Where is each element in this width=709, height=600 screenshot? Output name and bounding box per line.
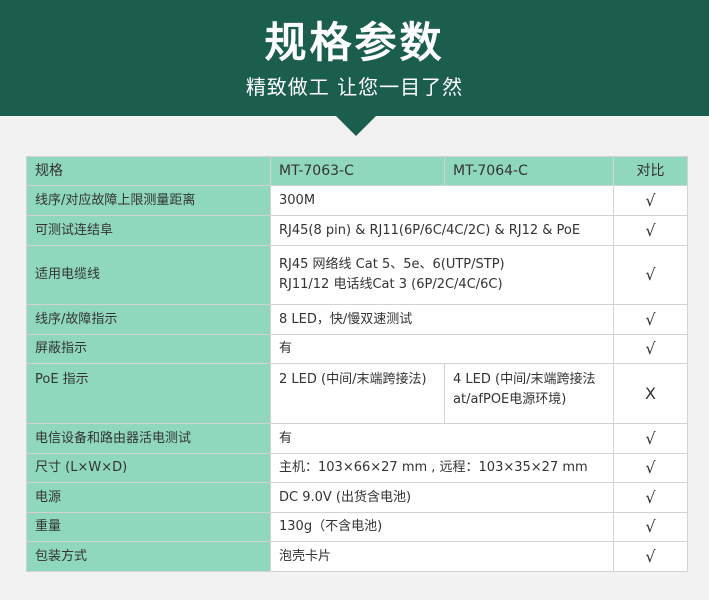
table-row: 包装方式 泡壳卡片 √ [26, 541, 688, 572]
header-compare: 对比 [613, 156, 688, 186]
page-title: 规格参数 [264, 18, 445, 67]
row-label: 电源 [26, 482, 271, 513]
row-mark: √ [613, 215, 688, 246]
table-row: PoE 指示 2 LED (中间/末端跨接法) 4 LED (中间/末端跨接法 … [26, 363, 688, 424]
row-value: DC 9.0V (出货含电池) [270, 482, 614, 513]
row-mark: √ [613, 423, 688, 454]
row-label: 线序/对应故障上限测量距离 [26, 185, 271, 216]
row-value: 8 LED，快/慢双速测试 [270, 304, 614, 335]
row-label: 重量 [26, 512, 271, 542]
table-row: 电信设备和路由器活电测试 有 √ [26, 423, 688, 454]
row-value: RJ45 网络线 Cat 5、5e、6(UTP/STP) RJ11/12 电话线… [270, 245, 614, 305]
row-mark: √ [613, 512, 688, 542]
row-value-line: RJ11/12 电话线Cat 3 (6P/2C/4C/6C) [279, 277, 503, 292]
table-header-row: 规格 MT-7063-C MT-7064-C 对比 [26, 156, 688, 186]
row-value-b: 4 LED (中间/末端跨接法 at/afPOE电源环境) [444, 363, 614, 424]
header-model-a: MT-7063-C [270, 156, 445, 186]
row-label: PoE 指示 [26, 363, 271, 424]
table-row: 线序/故障指示 8 LED，快/慢双速测试 √ [26, 304, 688, 335]
row-value: 泡壳卡片 [270, 541, 614, 572]
row-value: 主机：103×66×27 mm , 远程：103×35×27 mm [270, 453, 614, 483]
row-label: 电信设备和路由器活电测试 [26, 423, 271, 454]
row-value: 有 [270, 423, 614, 454]
row-label: 包装方式 [26, 541, 271, 572]
row-value: RJ45(8 pin) & RJ11(6P/6C/4C/2C) & RJ12 &… [270, 215, 614, 246]
row-label: 线序/故障指示 [26, 304, 271, 335]
row-value: 有 [270, 334, 614, 364]
row-value-line: 4 LED (中间/末端跨接法 [453, 372, 596, 387]
spec-table: 规格 MT-7063-C MT-7064-C 对比 线序/对应故障上限测量距离 … [26, 156, 688, 572]
row-mark: √ [613, 304, 688, 335]
row-mark: √ [613, 185, 688, 216]
row-label: 屏蔽指示 [26, 334, 271, 364]
row-mark: X [613, 363, 688, 424]
banner-notch [336, 116, 376, 136]
table-row: 电源 DC 9.0V (出货含电池) √ [26, 482, 688, 513]
row-value: 130g（不含电池) [270, 512, 614, 542]
row-value-a: 2 LED (中间/末端跨接法) [270, 363, 445, 424]
table-row: 尺寸 (L×W×D) 主机：103×66×27 mm , 远程：103×35×2… [26, 453, 688, 483]
header-model-b: MT-7064-C [444, 156, 614, 186]
row-mark: √ [613, 482, 688, 513]
table-row: 可测试连结阜 RJ45(8 pin) & RJ11(6P/6C/4C/2C) &… [26, 215, 688, 246]
header-banner: 规格参数 精致做工 让您一目了然 [0, 0, 709, 116]
table-row: 屏蔽指示 有 √ [26, 334, 688, 364]
row-label: 可测试连结阜 [26, 215, 271, 246]
row-value-line: RJ45 网络线 Cat 5、5e、6(UTP/STP) [279, 257, 505, 272]
row-mark: √ [613, 334, 688, 364]
row-label: 适用电缆线 [26, 245, 271, 305]
row-value: 300M [270, 185, 614, 216]
row-label: 尺寸 (L×W×D) [26, 453, 271, 483]
row-mark: √ [613, 453, 688, 483]
row-mark: √ [613, 541, 688, 572]
row-value-line: at/afPOE电源环境) [453, 392, 567, 407]
table-row: 重量 130g（不含电池) √ [26, 512, 688, 542]
row-mark: √ [613, 245, 688, 305]
header-spec: 规格 [26, 156, 271, 186]
table-row: 线序/对应故障上限测量距离 300M √ [26, 185, 688, 216]
page-subtitle: 精致做工 让您一目了然 [245, 75, 464, 99]
table-row: 适用电缆线 RJ45 网络线 Cat 5、5e、6(UTP/STP) RJ11/… [26, 245, 688, 305]
